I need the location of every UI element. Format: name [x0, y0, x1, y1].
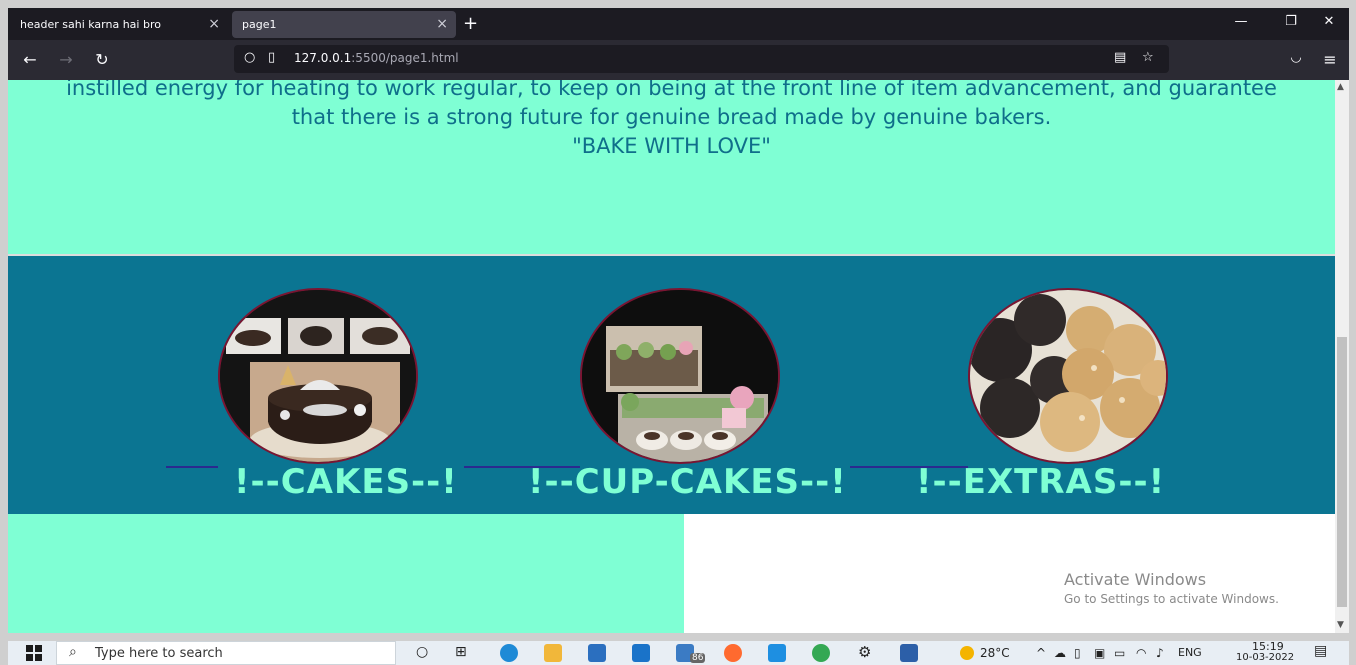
intro-text-line: that there is a strong future for genuin…: [291, 105, 1052, 129]
chrome-icon[interactable]: [812, 644, 830, 662]
display-icon[interactable]: ▭: [1114, 646, 1125, 660]
bake-with-love-text: "BAKE WITH LOVE": [572, 134, 771, 158]
windows-start-icon[interactable]: [26, 645, 42, 661]
activate-windows-title: Activate Windows: [1064, 570, 1207, 589]
word-icon[interactable]: [900, 644, 918, 662]
minimize-button[interactable]: —: [1226, 14, 1256, 29]
footer-right-block: [684, 514, 1335, 633]
scroll-up-icon[interactable]: ▲: [1337, 82, 1344, 92]
tab-header[interactable]: header sahi karna hai bro ×: [10, 11, 228, 38]
notifications-icon[interactable]: ▤: [1314, 643, 1327, 659]
onedrive-icon[interactable]: ☁: [1054, 646, 1066, 660]
language-indicator[interactable]: ENG: [1178, 646, 1202, 659]
scrollbar-thumb[interactable]: [1337, 337, 1347, 607]
page-icon[interactable]: ▯: [268, 50, 275, 65]
close-window-button[interactable]: ✕: [1314, 14, 1344, 29]
battery-icon[interactable]: ▯: [1074, 646, 1081, 660]
gallery-section: !--CAKES--! !--CUP-CAKES--! !--EXTRAS--!: [8, 254, 1335, 514]
intro-text-line: instilled energy for heating to work reg…: [66, 80, 1277, 100]
url-bar[interactable]: ○ ▯ 127.0.0.1:5500/page1.html ▤ ☆: [234, 45, 1169, 73]
weather-temp[interactable]: 28°C: [980, 646, 1010, 660]
tab-label: header sahi karna hai bro: [20, 18, 161, 31]
search-placeholder: Type here to search: [95, 646, 223, 661]
url-host: 127.0.0.1: [294, 51, 352, 65]
cortana-icon[interactable]: ○: [416, 644, 428, 660]
tray-overflow-icon[interactable]: ^: [1036, 646, 1046, 660]
file-explorer-icon[interactable]: [544, 644, 562, 662]
network-icon[interactable]: ▣: [1094, 646, 1105, 660]
windows-taskbar: ⌕ Type here to search ○ ⊞ 86 ⚙ 28°C ^ ☁ …: [8, 640, 1349, 665]
pocket-icon[interactable]: ◡: [1284, 50, 1308, 65]
web-page: instilled energy for heating to work reg…: [8, 80, 1335, 633]
reload-icon[interactable]: ↻: [90, 50, 114, 69]
tab-label: page1: [242, 18, 277, 31]
tab-page1[interactable]: page1 ×: [232, 11, 456, 38]
cookies-photo: [970, 290, 1166, 462]
url-path: :5500/page1.html: [351, 51, 459, 65]
page-scrollbar[interactable]: ▲ ▼: [1335, 80, 1349, 633]
store-icon[interactable]: [588, 644, 606, 662]
shield-icon[interactable]: ○: [244, 50, 255, 65]
cakes-image[interactable]: [218, 288, 418, 464]
browser-nav-bar: ← → ↻ ○ ▯ 127.0.0.1:5500/page1.html ▤ ☆ …: [8, 40, 1349, 80]
url-text[interactable]: 127.0.0.1:5500/page1.html: [294, 51, 459, 65]
bookmark-star-icon[interactable]: ☆: [1142, 50, 1154, 65]
reader-view-icon[interactable]: ▤: [1114, 50, 1126, 65]
cakes-link[interactable]: !--CAKES--!: [234, 462, 458, 502]
scroll-down-icon[interactable]: ▼: [1337, 620, 1344, 630]
app-badge: 86: [690, 653, 706, 663]
volume-icon[interactable]: ♪: [1156, 646, 1164, 660]
footer-left-block: [8, 514, 684, 633]
mail-icon[interactable]: [632, 644, 650, 662]
cupcakes-photo: [582, 290, 778, 462]
menu-icon[interactable]: ≡: [1318, 50, 1342, 69]
close-tab-icon[interactable]: ×: [436, 11, 448, 38]
browser-tab-bar: header sahi karna hai bro × page1 × + — …: [8, 8, 1349, 40]
back-icon[interactable]: ←: [18, 50, 42, 69]
cakes-photo: [220, 290, 416, 462]
cupcakes-image[interactable]: [580, 288, 780, 464]
restore-button[interactable]: ❐: [1276, 14, 1306, 29]
settings-gear-icon[interactable]: ⚙: [858, 643, 871, 661]
vscode-icon[interactable]: [768, 644, 786, 662]
activate-windows-subtitle: Go to Settings to activate Windows.: [1064, 592, 1279, 606]
edge-icon[interactable]: [500, 644, 518, 662]
extras-image[interactable]: [968, 288, 1168, 464]
clock-date[interactable]: 10-03-2022: [1236, 652, 1294, 663]
weather-icon[interactable]: [960, 646, 974, 660]
cupcakes-link[interactable]: !--CUP-CAKES--!: [528, 462, 847, 502]
screen: header sahi karna hai bro × page1 × + — …: [0, 0, 1356, 665]
task-view-icon[interactable]: ⊞: [455, 644, 467, 660]
search-icon: ⌕: [69, 644, 77, 660]
new-tab-button[interactable]: +: [463, 11, 478, 37]
taskbar-search-box[interactable]: ⌕ Type here to search: [56, 641, 396, 665]
intro-section: instilled energy for heating to work reg…: [8, 80, 1335, 254]
forward-icon[interactable]: →: [54, 50, 78, 69]
caption-underline: [166, 466, 218, 468]
wifi-icon[interactable]: ◠: [1136, 646, 1146, 660]
firefox-icon[interactable]: [724, 644, 742, 662]
extras-link[interactable]: !--EXTRAS--!: [916, 462, 1165, 502]
close-tab-icon[interactable]: ×: [208, 11, 220, 38]
